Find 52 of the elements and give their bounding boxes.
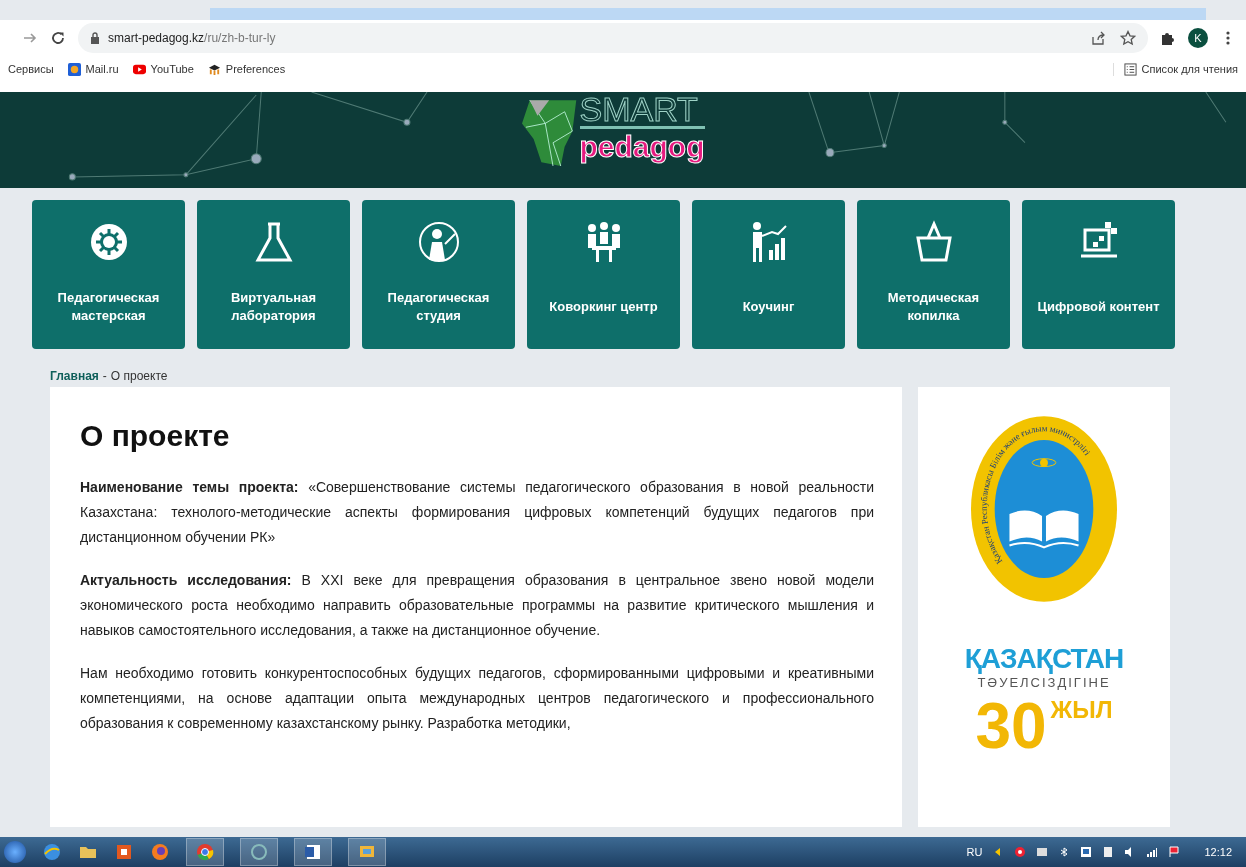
banner-country-text: ҚАЗАҚСТАН bbox=[964, 643, 1124, 675]
reading-list-button[interactable]: Список для чтения bbox=[1112, 62, 1238, 76]
start-button[interactable] bbox=[4, 841, 26, 863]
flag-icon[interactable] bbox=[1168, 846, 1181, 858]
article-title: О проекте bbox=[80, 419, 231, 453]
target-icon[interactable] bbox=[1014, 846, 1027, 858]
lock-icon bbox=[90, 32, 100, 44]
monitor-icon[interactable] bbox=[1080, 846, 1093, 858]
logo-smart-text: SMART bbox=[579, 92, 705, 129]
star-icon[interactable] bbox=[1120, 30, 1136, 46]
puzzle-icon[interactable] bbox=[1160, 30, 1176, 46]
address-bar[interactable]: smart-pedagog.kz/ru/zh-b-tur-ly bbox=[78, 23, 1148, 53]
square-app-icon[interactable] bbox=[114, 842, 134, 862]
breadcrumb-link[interactable]: Главная bbox=[50, 369, 99, 387]
bookmark-item[interactable]: YouTube bbox=[132, 62, 194, 76]
teacher-icon bbox=[416, 220, 461, 264]
reload-icon[interactable] bbox=[50, 30, 66, 46]
word-icon[interactable] bbox=[294, 838, 332, 866]
url-domain: smart-pedagog.kz bbox=[108, 31, 205, 45]
category-tile[interactable]: Педагогическая мастерская bbox=[32, 200, 185, 349]
play-icon bbox=[132, 62, 146, 76]
banner-unit-text: ЖЫЛ bbox=[1050, 696, 1113, 724]
chrome-browser-icon[interactable] bbox=[186, 838, 224, 866]
article-paragraph: Нам необходимо готовить конкурентоспособных будущих педагогов, сформированными цифровыми и креативными компетенциями, на основе адаптации опыта международных центров педагогического и профессионального образования к современному казахстанскому рынку. Разработка методики, bbox=[80, 664, 874, 733]
banner-number: 30 bbox=[975, 696, 1047, 756]
list-icon bbox=[1123, 62, 1137, 76]
bookmark-item[interactable]: Preferences bbox=[207, 62, 286, 76]
share-icon[interactable] bbox=[1090, 30, 1106, 46]
category-tile[interactable]: Коворкинг центр bbox=[527, 200, 680, 349]
category-tile[interactable]: Методическая копилка bbox=[857, 200, 1010, 349]
category-tile[interactable]: Коучинг bbox=[692, 200, 845, 349]
bookmark-item[interactable]: Mail.ru bbox=[67, 62, 119, 76]
globe-icon[interactable] bbox=[42, 842, 62, 862]
category-tile[interactable]: Педагогическая студия bbox=[362, 200, 515, 349]
logo-pedagog-text: pedagog bbox=[579, 129, 705, 165]
fox-browser-icon[interactable] bbox=[150, 842, 170, 862]
article-paragraph: Актуальность исследования: В XXI веке для превращения образования в центральное звено новой модели экономического роста необходимо направить образовательные программы на развитие критического мышления и навыков самостоятельного исследования, а также на дистанционное обучение. bbox=[80, 571, 874, 640]
graduation-cap-icon bbox=[207, 62, 221, 76]
url-path: /ru/zh-b-tur-ly bbox=[204, 31, 276, 45]
breadcrumb-current: О проекте bbox=[110, 369, 168, 385]
profile-avatar[interactable]: K bbox=[1188, 28, 1208, 48]
mail-icon bbox=[67, 62, 81, 76]
category-tile[interactable]: Виртуальная лаборатория bbox=[197, 200, 350, 349]
banner-subtitle: ТӘУЕЛСІЗДІГІНЕ bbox=[977, 675, 1111, 690]
breadcrumb-separator: - bbox=[102, 369, 107, 385]
language-indicator[interactable]: RU bbox=[966, 846, 983, 858]
article-paragraph: Наименование темы проекта: «Совершенствование системы педагогического образования в новой реальности Казахстана: технолого-методические аспекты формирования цифровых компетенций будущих педагогов при дистанционном обучении РК» bbox=[80, 478, 874, 547]
clock: 12:12 bbox=[1204, 846, 1232, 858]
bookmark-item[interactable]: Сервисы bbox=[8, 63, 54, 75]
signal-bars-icon[interactable] bbox=[1146, 846, 1159, 858]
category-tile[interactable]: Цифровой контент bbox=[1022, 200, 1175, 349]
presentation-app-icon[interactable] bbox=[348, 838, 386, 866]
